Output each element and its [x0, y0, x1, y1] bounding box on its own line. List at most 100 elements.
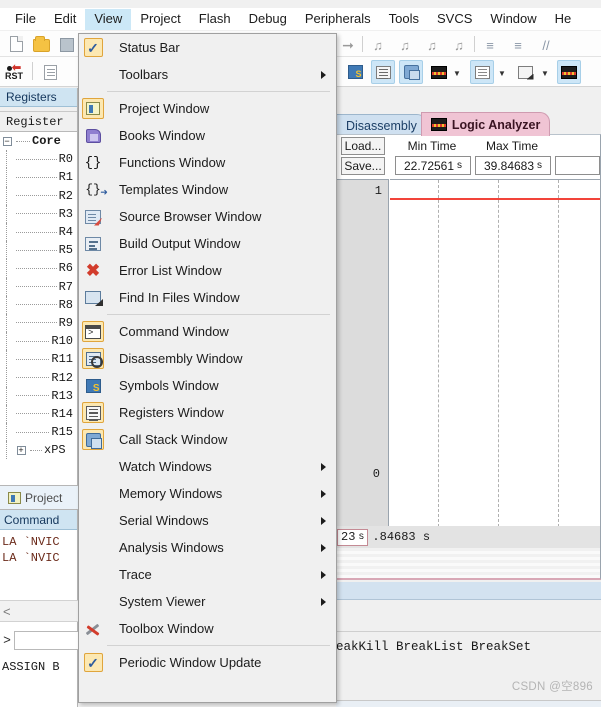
- logic-analyzer-toggle[interactable]: [557, 60, 581, 84]
- table-row[interactable]: R12: [0, 368, 77, 387]
- command-horizontal-scrollbar[interactable]: <: [0, 600, 78, 622]
- save-button[interactable]: Save...: [341, 157, 385, 175]
- serial-dropdown-chevron-down-icon[interactable]: ▼: [540, 64, 550, 84]
- serial-window-toggle[interactable]: [513, 60, 537, 84]
- menu-item-analysis-windows[interactable]: Analysis Windows: [79, 534, 336, 561]
- menubar-item-debug[interactable]: Debug: [240, 9, 296, 30]
- bookmark-clear-icon[interactable]: ♫: [449, 35, 469, 55]
- menu-item-error-list-window[interactable]: ✖ Error List Window: [79, 257, 336, 284]
- menu-item-label: Memory Windows: [119, 486, 223, 501]
- min-time-field[interactable]: 22.72561 s: [395, 156, 471, 175]
- menubar-item-flash[interactable]: Flash: [190, 9, 240, 30]
- menu-item-build-output-window[interactable]: Build Output Window: [79, 230, 336, 257]
- table-row[interactable]: R5: [0, 241, 77, 260]
- menubar-item-project[interactable]: Project: [131, 9, 189, 30]
- menu-item-functions-window[interactable]: {} Functions Window: [79, 149, 336, 176]
- indent-icon[interactable]: ≡: [480, 35, 500, 55]
- menu-item-toolbox-window[interactable]: Toolbox Window: [79, 615, 336, 642]
- table-row[interactable]: R4: [0, 222, 77, 242]
- trace-dropdown-chevron-down-icon[interactable]: ▼: [452, 64, 462, 84]
- tree-group-xpsr[interactable]: + xPS: [0, 441, 77, 460]
- table-row[interactable]: R0: [0, 150, 77, 169]
- register-tree[interactable]: − Core R0 R1 R2 R3 R4 R5 R6 R7 R8 R9 R10…: [0, 132, 77, 460]
- watermark: CSDN @空896: [511, 681, 593, 693]
- table-row[interactable]: R13: [0, 386, 77, 405]
- menubar-item-peripherals[interactable]: Peripherals: [296, 9, 380, 30]
- menu-item-call-stack-window[interactable]: Call Stack Window: [79, 426, 336, 453]
- menu-item-find-in-files-window[interactable]: Find In Files Window: [79, 284, 336, 311]
- bookmark-prev-icon[interactable]: ♫: [395, 35, 415, 55]
- table-row[interactable]: R9: [0, 313, 77, 333]
- menu-item-source-browser-window[interactable]: Source Browser Window: [79, 203, 336, 230]
- menu-item-label: Symbols Window: [119, 378, 219, 393]
- table-row[interactable]: R6: [0, 259, 77, 278]
- symbols-window-toggle[interactable]: [343, 60, 367, 84]
- new-file-icon[interactable]: [6, 34, 26, 54]
- menu-item-serial-windows[interactable]: Serial Windows: [79, 507, 336, 534]
- menubar-item-file[interactable]: File: [6, 9, 45, 30]
- menu-item-disassembly-window[interactable]: Disassembly Window: [79, 345, 336, 372]
- load-button[interactable]: Load...: [341, 137, 385, 155]
- core-expander[interactable]: −: [0, 136, 14, 146]
- menubar-item-window[interactable]: Window: [481, 9, 545, 30]
- menu-item-toolbars[interactable]: Toolbars: [79, 61, 336, 88]
- reset-icon[interactable]: ⬅ RST: [4, 62, 24, 82]
- menu-item-registers-window[interactable]: Registers Window: [79, 399, 336, 426]
- menubar-item-svcs[interactable]: SVCS: [428, 9, 481, 30]
- menu-item-periodic-window-update[interactable]: ✓ Periodic Window Update: [79, 649, 336, 676]
- signal-plot-area[interactable]: [390, 179, 600, 527]
- table-row[interactable]: R7: [0, 277, 77, 296]
- menu-item-books-window[interactable]: Books Window: [79, 122, 336, 149]
- menu-item-templates-window[interactable]: {} Templates Window: [79, 176, 336, 203]
- call-stack-window-toggle[interactable]: [399, 60, 423, 84]
- extra-time-field[interactable]: [555, 156, 600, 175]
- memory-dropdown-chevron-down-icon[interactable]: ▼: [497, 64, 507, 84]
- menu-item-watch-windows[interactable]: Watch Windows: [79, 453, 336, 480]
- table-row[interactable]: R15: [0, 423, 77, 442]
- command-input-row[interactable]: >: [0, 628, 78, 652]
- memory-window-toggle[interactable]: [470, 60, 494, 84]
- time-cursor-left[interactable]: 23 s: [337, 528, 369, 546]
- checkmark-icon: ✓: [79, 649, 107, 676]
- scroll-left-arrow-icon[interactable]: <: [3, 604, 11, 619]
- menu-item-symbols-window[interactable]: Symbols Window: [79, 372, 336, 399]
- table-row[interactable]: R11: [0, 350, 77, 369]
- table-row[interactable]: R2: [0, 186, 77, 205]
- menubar-item-tools[interactable]: Tools: [380, 9, 428, 30]
- tree-group-core[interactable]: − Core: [0, 132, 77, 150]
- menubar-item-help[interactable]: He: [546, 9, 581, 30]
- insert-file-icon[interactable]: [40, 62, 60, 82]
- step-arrow-icon[interactable]: ➞: [338, 35, 358, 55]
- menu-item-project-window[interactable]: Project Window: [79, 95, 336, 122]
- registers-window-toggle[interactable]: [371, 60, 395, 84]
- toolbar-divider-3: [32, 62, 33, 80]
- save-icon[interactable]: [57, 35, 77, 55]
- menu-item-label: Disassembly Window: [119, 351, 243, 366]
- menubar-item-view[interactable]: View: [85, 8, 132, 30]
- max-time-value: 39.84683: [483, 158, 535, 173]
- xpsr-expander[interactable]: +: [14, 445, 28, 455]
- tab-logic-analyzer[interactable]: Logic Analyzer: [420, 112, 551, 136]
- menu-item-command-window[interactable]: Command Window: [79, 318, 336, 345]
- open-folder-icon[interactable]: [31, 35, 51, 55]
- table-row[interactable]: R3: [0, 204, 77, 223]
- menubar-item-edit[interactable]: Edit: [45, 9, 85, 30]
- tab-project[interactable]: Project: [4, 489, 66, 507]
- menu-item-trace[interactable]: Trace: [79, 561, 336, 588]
- menu-item-status-bar[interactable]: ✓ Status Bar: [79, 34, 336, 61]
- bookmark-icon[interactable]: ♫: [368, 35, 388, 55]
- table-row[interactable]: R1: [0, 168, 77, 187]
- command-input[interactable]: [14, 630, 78, 650]
- tree-group-label: Core: [32, 134, 61, 149]
- menu-item-memory-windows[interactable]: Memory Windows: [79, 480, 336, 507]
- outdent-icon[interactable]: ≡: [508, 35, 528, 55]
- menu-item-system-viewer[interactable]: System Viewer: [79, 588, 336, 615]
- table-row[interactable]: R14: [0, 404, 77, 423]
- tab-disassembly[interactable]: Disassembly: [336, 114, 427, 136]
- comment-icon[interactable]: //: [536, 35, 556, 55]
- bookmark-next-icon[interactable]: ♫: [422, 35, 442, 55]
- table-row[interactable]: R10: [0, 332, 77, 351]
- table-row[interactable]: R8: [0, 295, 77, 314]
- trace-window-toggle[interactable]: [427, 60, 451, 84]
- max-time-field[interactable]: 39.84683 s: [475, 156, 551, 175]
